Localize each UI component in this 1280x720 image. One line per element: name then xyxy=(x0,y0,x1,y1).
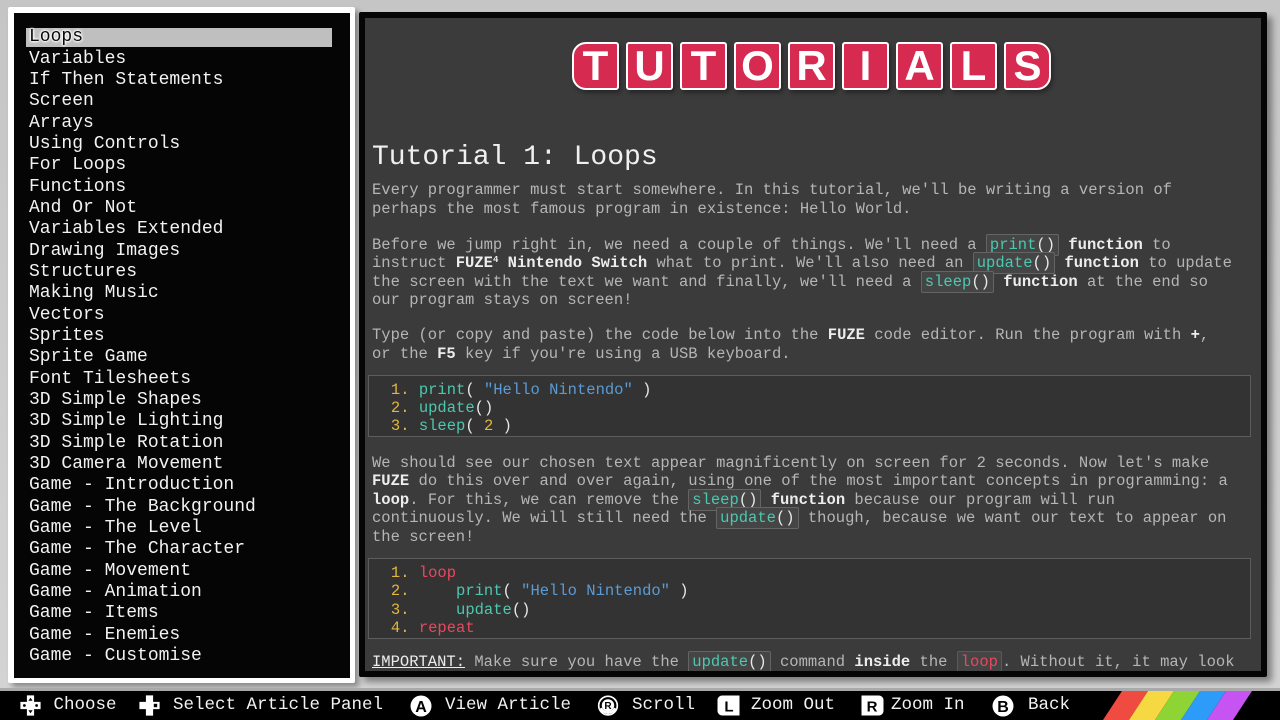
svg-text:L: L xyxy=(724,699,733,716)
svg-text:B: B xyxy=(997,698,1009,715)
svg-text:R: R xyxy=(604,701,612,712)
svg-text:R: R xyxy=(867,699,878,716)
svg-text:A: A xyxy=(415,698,427,715)
